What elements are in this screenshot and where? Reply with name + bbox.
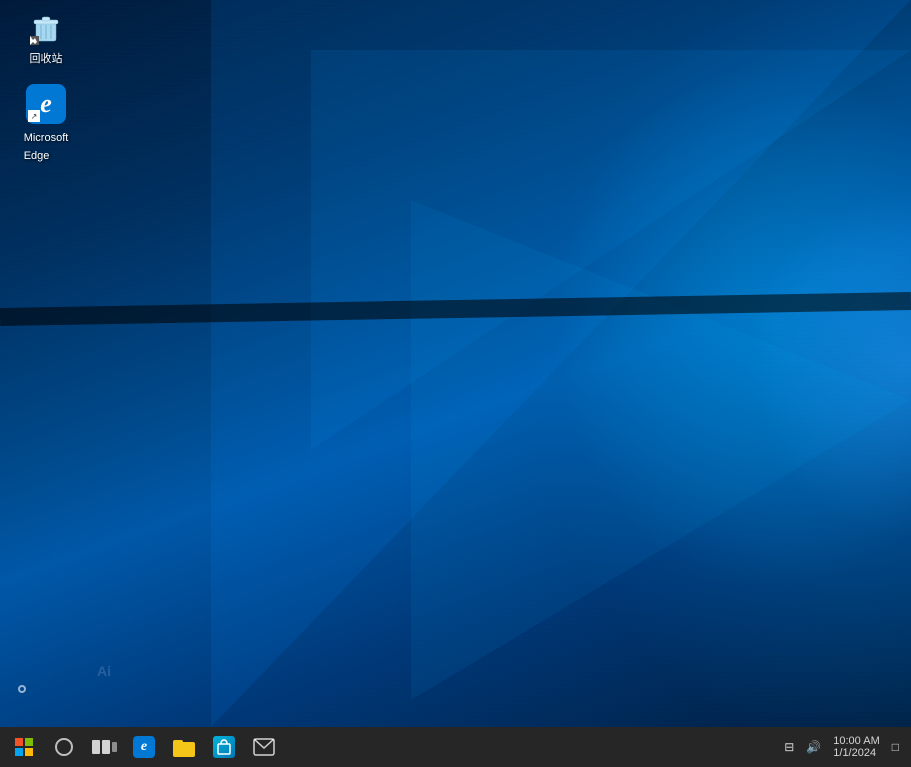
tray-action-center[interactable]: □ bbox=[888, 738, 903, 756]
folder-icon bbox=[173, 737, 195, 757]
recycle-bin-icon[interactable]: 回收站 bbox=[10, 4, 82, 70]
tv-rect-1 bbox=[92, 740, 100, 754]
store-bag-svg bbox=[217, 739, 231, 755]
win-pane-yellow bbox=[25, 748, 33, 756]
taskview-icon bbox=[92, 740, 117, 754]
start-button[interactable] bbox=[4, 727, 44, 767]
folder-tab bbox=[173, 740, 183, 746]
edge-icon-bg: ↗ bbox=[26, 84, 66, 124]
edge-taskbar-icon: e bbox=[133, 736, 155, 758]
win-pane-blue bbox=[15, 748, 23, 756]
win-pane-green bbox=[25, 738, 33, 746]
windows-logo-icon bbox=[15, 738, 33, 756]
tv-rect-2 bbox=[102, 740, 110, 754]
recycle-bin-image bbox=[26, 8, 66, 48]
system-tray: ⊟ 🔊 10:00 AM1/1/2024 □ bbox=[780, 733, 907, 761]
edge-image: ↗ bbox=[26, 84, 66, 124]
win-pane-red bbox=[15, 738, 23, 746]
desktop: 回收站 ↗ MicrosoftEdge Ai bbox=[0, 0, 911, 727]
tray-volume-icon[interactable]: 🔊 bbox=[802, 738, 825, 756]
mail-button[interactable] bbox=[244, 727, 284, 767]
taskbar: e ⊟ 🔊 10:00 AM1/1/2024 □ bbox=[0, 727, 911, 767]
cursor-dot bbox=[18, 685, 26, 693]
edge-taskbar-button[interactable]: e bbox=[124, 727, 164, 767]
search-button[interactable] bbox=[44, 727, 84, 767]
tray-time[interactable]: 10:00 AM1/1/2024 bbox=[829, 733, 883, 761]
file-explorer-button[interactable] bbox=[164, 727, 204, 767]
light-ray-3 bbox=[411, 200, 911, 700]
ai-text-overlay: Ai bbox=[97, 663, 111, 679]
store-icon bbox=[213, 736, 235, 758]
mail-icon bbox=[253, 738, 275, 756]
edge-desktop-icon[interactable]: ↗ MicrosoftEdge bbox=[10, 80, 82, 168]
shortcut-arrow: ↗ bbox=[28, 110, 40, 122]
tv-rect-3 bbox=[112, 742, 117, 752]
search-icon bbox=[55, 738, 73, 756]
tray-network-icon[interactable]: ⊟ bbox=[780, 738, 798, 756]
edge-label: MicrosoftEdge bbox=[24, 128, 69, 164]
taskview-button[interactable] bbox=[84, 727, 124, 767]
recycle-bin-label: 回收站 bbox=[30, 52, 63, 66]
cursor-indicator bbox=[18, 685, 30, 697]
store-button[interactable] bbox=[204, 727, 244, 767]
